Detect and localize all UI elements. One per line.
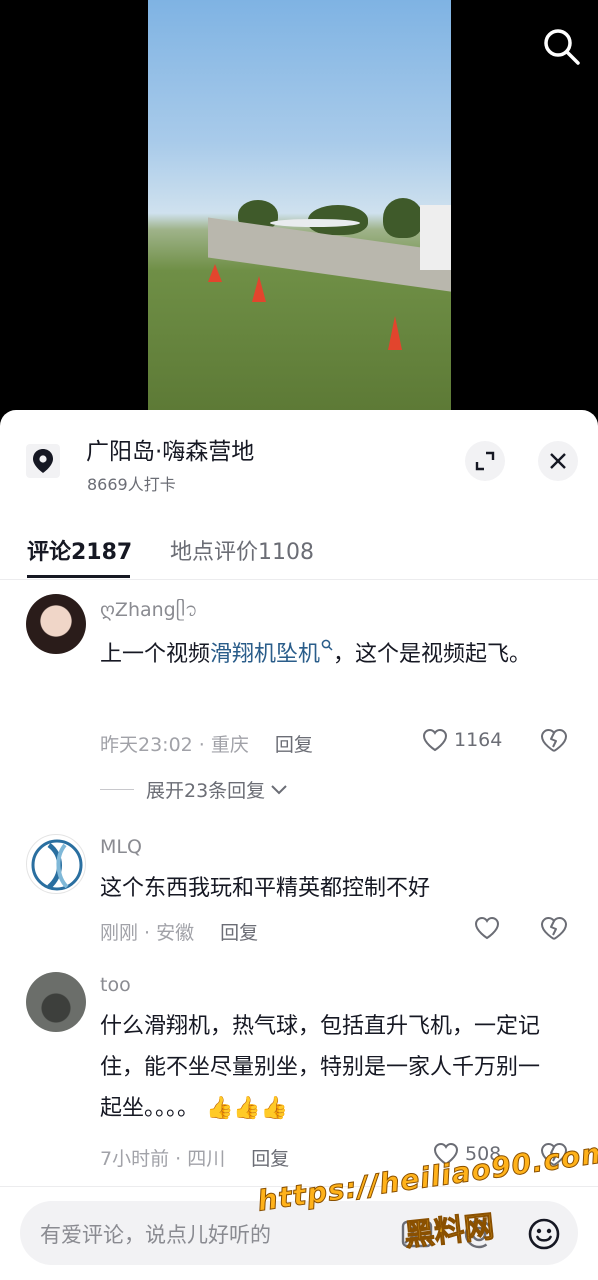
comment-time-location: 刚刚 · 安徽	[100, 922, 195, 944]
comment-item: MLQ 这个东西我玩和平精英都控制不好 刚刚 · 安徽 回复	[0, 834, 598, 954]
expand-icon	[475, 451, 495, 471]
watermark-brand: 黑料网	[402, 1209, 496, 1254]
tab-place-reviews[interactable]: 地点评价1108	[170, 534, 314, 566]
comment-time-location: 昨天23:02 · 重庆	[100, 734, 249, 756]
comment-text-part: 什么滑翔机，热气球，包括直升飞机，一定记住，能不坐尽量别坐，特别是一家人千万别一…	[100, 1014, 541, 1121]
location-pin-icon	[26, 444, 60, 478]
close-icon	[550, 453, 566, 469]
expand-button[interactable]	[465, 441, 505, 481]
expand-replies-button[interactable]: 展开23条回复	[100, 776, 289, 803]
heart-icon	[422, 728, 448, 752]
like-button[interactable]	[474, 916, 506, 940]
reply-button[interactable]: 回复	[251, 1148, 289, 1170]
comment-username[interactable]: too	[100, 974, 131, 996]
emoji-icon[interactable]	[527, 1217, 561, 1251]
scene-tent	[420, 205, 451, 270]
location-name[interactable]: 广阳岛·嗨森营地	[86, 432, 254, 466]
search-icon[interactable]	[541, 26, 581, 66]
reply-button[interactable]: 回复	[220, 922, 258, 944]
comment-input-placeholder: 有爱评论，说点儿好听的	[40, 1223, 271, 1247]
comment-meta: 刚刚 · 安徽 回复	[100, 918, 258, 945]
scene-cone	[208, 264, 222, 282]
avatar[interactable]	[26, 834, 86, 894]
comment-username[interactable]: MLQ	[100, 836, 142, 858]
comment-text: 什么滑翔机，热气球，包括直升飞机，一定记住，能不坐尽量别坐，特别是一家人千万别一…	[100, 1006, 560, 1129]
like-count: 1164	[454, 729, 503, 751]
tab-underline	[27, 575, 130, 578]
comment-item: ღZhangᥫ᭡ 上一个视频滑翔机坠机 ，这个是视频起飞。 昨天23:02 · 重…	[0, 594, 598, 814]
dislike-button[interactable]	[540, 916, 568, 946]
scene-glider	[270, 219, 360, 227]
dislike-button[interactable]	[540, 728, 568, 758]
avatar[interactable]	[26, 594, 86, 654]
comment-meta: 7小时前 · 四川 回复	[100, 1144, 289, 1171]
search-keyword-link[interactable]: 滑翔机坠机	[210, 639, 333, 667]
comment-text: 上一个视频滑翔机坠机 ，这个是视频起飞。	[100, 634, 560, 675]
comment-text-part: 上一个视频	[100, 642, 211, 667]
heart-icon	[474, 916, 500, 940]
broken-heart-icon	[541, 917, 567, 940]
comment-time-location: 7小时前 · 四川	[100, 1148, 226, 1170]
expand-replies-label: 展开23条回复	[146, 780, 266, 802]
comment-meta: 昨天23:02 · 重庆 回复	[100, 730, 313, 757]
like-button[interactable]: 1164	[422, 728, 502, 752]
avatar[interactable]	[26, 972, 86, 1032]
keyword-text: 滑翔机坠机	[210, 642, 321, 667]
tab-comments[interactable]: 评论2187	[27, 534, 132, 566]
location-checkins: 8669人打卡	[87, 475, 176, 494]
video-player[interactable]	[0, 0, 598, 430]
comment-tabs: 评论2187 地点评价1108	[0, 528, 598, 580]
comment-username[interactable]: ღZhangᥫ᭡	[100, 596, 198, 630]
keyword-search-icon	[321, 639, 333, 651]
comment-text: 这个东西我玩和平精英都控制不好	[100, 876, 431, 901]
close-button[interactable]	[538, 441, 578, 481]
thumbs-up-emoji: 👍👍👍	[206, 1096, 289, 1121]
scene-cone	[388, 316, 402, 350]
comment-text-part: ，这个是视频起飞。	[333, 642, 532, 667]
reply-button[interactable]: 回复	[275, 734, 313, 756]
expand-divider	[100, 789, 134, 790]
video-frame	[148, 0, 451, 410]
broken-heart-icon	[541, 729, 567, 752]
scene-cone	[252, 276, 266, 302]
scene-tree	[383, 198, 423, 238]
chevron-down-icon	[271, 784, 287, 794]
